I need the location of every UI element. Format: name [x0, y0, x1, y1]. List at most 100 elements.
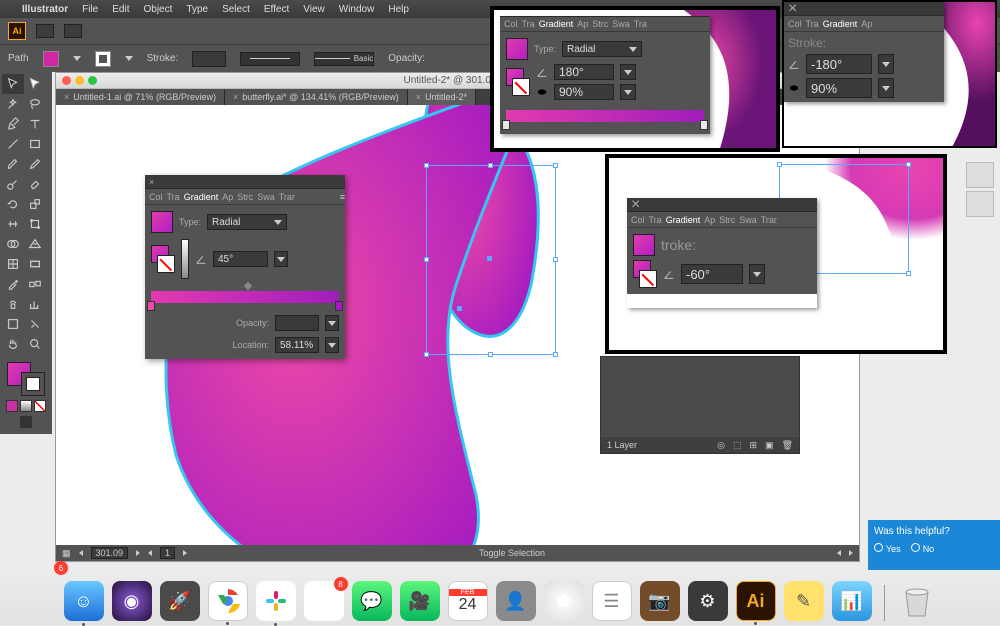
screen-mode[interactable] [20, 416, 32, 428]
selection-bbox[interactable] [426, 165, 556, 355]
tab-butterfly[interactable]: ×butterfly.ai* @ 134.41% (RGB/Preview) [225, 89, 408, 105]
stroke-swatch[interactable] [95, 51, 111, 67]
artboard-next-icon[interactable] [183, 550, 187, 556]
angle-stepper[interactable] [274, 251, 288, 267]
mail-icon[interactable]: ✉8 [304, 581, 344, 621]
tab-untitled2[interactable]: ×Untitled-2* [408, 89, 476, 105]
panel-header[interactable]: × [145, 175, 345, 189]
paintbrush-tool[interactable] [2, 154, 24, 174]
gradient-slider[interactable] [151, 291, 339, 303]
color-mode[interactable] [6, 400, 18, 412]
scale-tool[interactable] [24, 194, 46, 214]
tab-color[interactable]: Col [149, 192, 163, 202]
minimize-window-icon[interactable] [75, 76, 84, 85]
tab-stroke[interactable]: Strc [237, 192, 253, 202]
shape-builder-tool[interactable] [2, 234, 24, 254]
stop-opacity-field[interactable] [275, 315, 319, 331]
fill-dropdown-icon[interactable] [73, 56, 81, 61]
stickies-icon[interactable]: ✎ [784, 581, 824, 621]
close-window-icon[interactable] [62, 76, 71, 85]
blob-brush-tool[interactable] [2, 174, 24, 194]
layers-panel[interactable]: 1 Layer ◎ ⬚ ⊞ ▣ 🗑 [600, 356, 800, 454]
zoom-window-icon[interactable] [88, 76, 97, 85]
close-icon[interactable]: × [233, 92, 238, 102]
zoom-in-icon[interactable] [136, 550, 140, 556]
gradient-panel[interactable]: × Col Tra Gradient Ap Strc Swa Trar ≡ Ty… [145, 175, 345, 359]
symbol-sprayer-tool[interactable] [2, 294, 24, 314]
feedback-yes[interactable]: Yes [874, 543, 901, 554]
siri-icon[interactable]: ◉ [112, 581, 152, 621]
tab-swatches[interactable]: Swa [257, 192, 275, 202]
width-tool[interactable] [2, 214, 24, 234]
close-icon[interactable]: × [64, 92, 69, 102]
photos-icon[interactable]: ✿ [544, 581, 584, 621]
menu-view[interactable]: View [303, 4, 325, 15]
menu-window[interactable]: Window [339, 4, 375, 15]
var-width-profile[interactable] [240, 52, 300, 66]
stroke-dropdown-icon[interactable] [125, 56, 133, 61]
photobooth-icon[interactable]: 📷 [640, 581, 680, 621]
brush-style[interactable]: Basic [314, 52, 374, 66]
blend-tool[interactable] [24, 274, 46, 294]
trash-icon[interactable] [897, 581, 937, 621]
keynote-icon[interactable]: 📊 [832, 581, 872, 621]
hand-tool[interactable] [2, 334, 24, 354]
rectangle-tool[interactable] [24, 134, 46, 154]
locate-icon[interactable]: ◎ [717, 440, 725, 451]
perspective-tool[interactable] [24, 234, 46, 254]
direct-selection-tool[interactable] [24, 74, 46, 94]
tab-untitled1[interactable]: ×Untitled-1.ai @ 71% (RGB/Preview) [56, 89, 225, 105]
app-name[interactable]: Illustrator [22, 4, 68, 15]
menu-edit[interactable]: Edit [112, 4, 129, 15]
stroke-box[interactable] [21, 372, 45, 396]
zoom-field[interactable]: 301.09 [91, 547, 129, 559]
fill-stroke-mini[interactable] [151, 245, 175, 273]
gradient-preview[interactable] [151, 211, 173, 233]
slice-tool[interactable] [24, 314, 46, 334]
color-stop-right[interactable] [335, 301, 343, 311]
selection-tool[interactable] [2, 74, 24, 94]
aspect-field[interactable]: 90% [806, 78, 872, 98]
artboard-field[interactable]: 1 [160, 547, 175, 559]
gradient-mode[interactable] [20, 400, 32, 412]
menu-help[interactable]: Help [388, 4, 409, 15]
column-graph-tool[interactable] [24, 294, 46, 314]
artboard-tool[interactable] [2, 314, 24, 334]
menu-select[interactable]: Select [222, 4, 250, 15]
menu-effect[interactable]: Effect [264, 4, 289, 15]
magic-wand-tool[interactable] [2, 94, 24, 114]
feedback-no[interactable]: No [911, 543, 935, 554]
angle-field[interactable]: -60° [681, 264, 743, 284]
tab-gradient[interactable]: Gradient [184, 192, 219, 202]
launchpad-icon[interactable]: 🚀 [160, 581, 200, 621]
fill-swatch[interactable] [43, 51, 59, 67]
contacts-icon[interactable]: 👤 [496, 581, 536, 621]
close-icon[interactable]: × [416, 92, 421, 102]
angle-field[interactable]: 180° [554, 64, 614, 80]
rotate-tool[interactable] [2, 194, 24, 214]
pen-tool[interactable] [2, 114, 24, 134]
free-transform-tool[interactable] [24, 214, 46, 234]
finder-icon[interactable]: ☺ [64, 581, 104, 621]
fill-stroke-control[interactable] [7, 362, 45, 396]
tab-appearance[interactable]: Ap [222, 192, 233, 202]
menu-type[interactable]: Type [186, 4, 208, 15]
view-mode-icon[interactable]: ▦ [62, 548, 71, 559]
new-layer-icon[interactable]: ▣ [765, 440, 774, 451]
location-field[interactable]: 58.11% [275, 337, 319, 353]
notes-icon[interactable]: ☰ [592, 581, 632, 621]
slack-icon[interactable] [256, 581, 296, 621]
angle-field[interactable]: 45° [213, 251, 268, 267]
zoom-out-icon[interactable] [79, 550, 83, 556]
type-dropdown[interactable]: Radial [207, 214, 287, 230]
collapsed-panel-1[interactable] [966, 162, 994, 188]
scroll-right-icon[interactable] [849, 550, 853, 556]
lasso-tool[interactable] [24, 94, 46, 114]
mask-icon[interactable]: ⬚ [733, 440, 742, 451]
menu-object[interactable]: Object [143, 4, 172, 15]
tab-transform[interactable]: Trar [279, 192, 295, 202]
stroke-weight-field[interactable] [192, 51, 226, 67]
chrome-icon[interactable] [208, 581, 248, 621]
arrange-button[interactable] [64, 24, 82, 38]
mesh-tool[interactable] [2, 254, 24, 274]
